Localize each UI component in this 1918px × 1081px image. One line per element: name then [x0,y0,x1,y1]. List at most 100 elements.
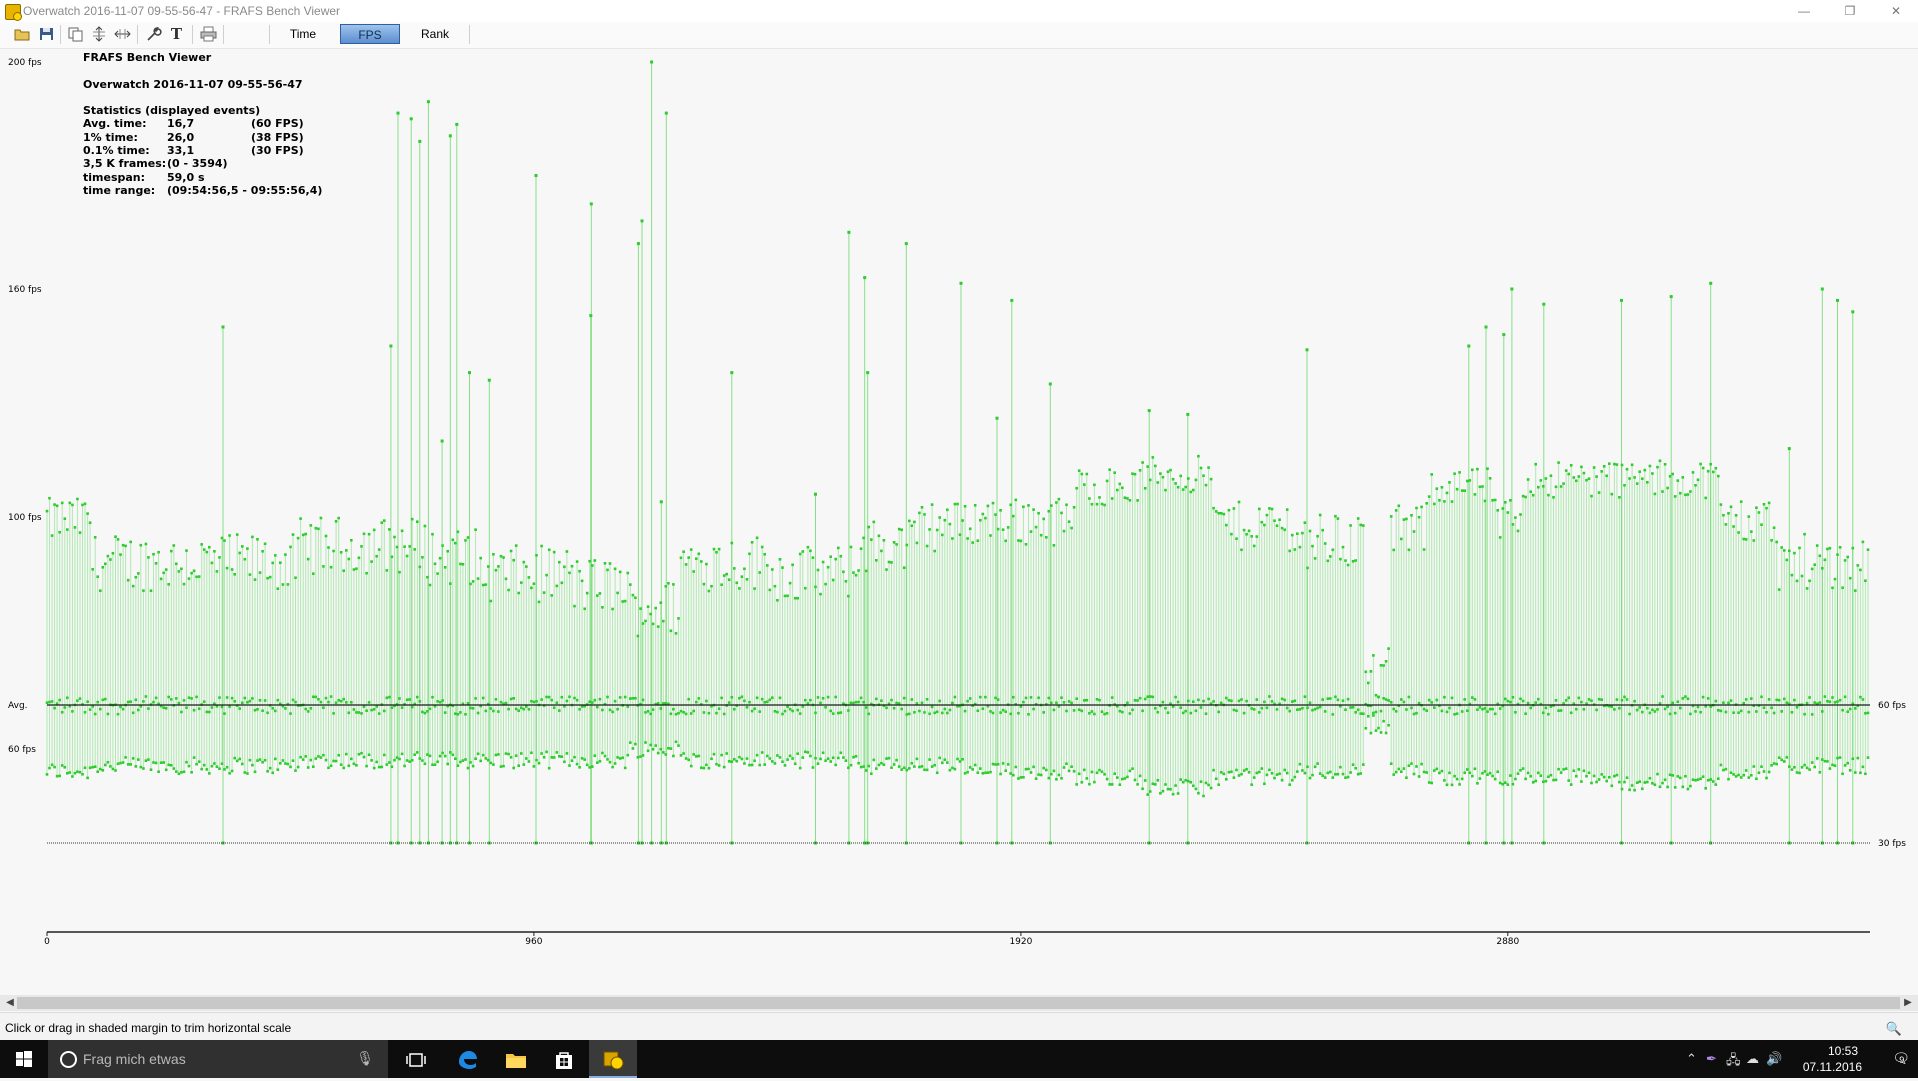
frame-point [760,545,764,549]
frame-point [1742,773,1745,777]
scrollbar-thumb[interactable] [17,997,1900,1009]
frame-point [1564,469,1568,472]
frame-point [1331,548,1335,552]
frame-point [598,592,602,595]
frame-point [1554,778,1558,782]
frame-point [294,769,297,772]
frame-point [664,585,668,588]
copy-icon[interactable] [67,26,84,42]
frame-point [1661,490,1664,493]
frame-point [720,696,723,700]
open-folder-icon[interactable] [14,26,31,42]
frame-point [758,763,761,767]
frame-point [220,762,224,765]
frame-point [306,557,310,561]
print-icon[interactable] [200,26,217,42]
frame-point [1001,528,1005,531]
frame-point [190,697,193,700]
frame-point [83,502,87,506]
frame-point [1285,771,1289,775]
fit-vertical-icon[interactable] [91,26,108,42]
frame-point [1133,778,1137,782]
frame-point [195,762,198,766]
frame-point [152,552,155,556]
task-view-icon[interactable] [392,1040,440,1078]
frame-point [1668,773,1672,777]
tab-rank[interactable]: Rank [406,24,464,44]
frame-point [591,564,594,567]
scroll-left-icon[interactable]: ◀ [2,995,18,1011]
store-icon[interactable] [540,1040,588,1078]
frame-point [1088,782,1091,786]
pen-icon[interactable]: ✒ [1706,1051,1717,1067]
frafs-app-icon[interactable] [589,1040,637,1078]
frame-point [771,696,774,699]
frame-point [641,698,645,702]
frame-point [413,753,416,756]
settings-wrench-icon[interactable] [145,26,162,42]
clock-time[interactable]: 10:53 [1828,1044,1858,1058]
horizontal-scrollbar[interactable]: ◀ ▶ [0,995,1918,1011]
search-box[interactable]: Frag mich etwas 🎙 [48,1040,388,1078]
frame-point [1699,462,1702,466]
frame-point [339,551,343,554]
zoom-icon[interactable]: 🔍 [1886,1021,1902,1037]
frame-point [1128,499,1132,502]
onedrive-icon[interactable]: ☁ [1746,1051,1759,1067]
frame-point [1473,493,1477,496]
frame-point [1547,493,1550,497]
frame-point [1681,697,1685,700]
x-axis[interactable]: 0 960 1920 2880 [44,931,1870,947]
frame-point [1151,782,1155,786]
restore-button[interactable]: ❐ [1827,0,1873,22]
frame-point [192,708,196,712]
frame-point [847,709,850,712]
frame-point [1582,708,1586,711]
frame-point [1765,506,1768,510]
frame-point [1123,496,1127,499]
spike-point [418,139,422,143]
frame-point [644,619,647,623]
frame-point [1572,769,1576,773]
tab-time[interactable]: Time [274,24,332,44]
frame-point [1321,698,1324,701]
frame-point [1377,726,1380,730]
frame-point [973,504,977,507]
scroll-right-icon[interactable]: ▶ [1900,995,1916,1011]
frame-point [1524,495,1527,499]
frame-point [1265,513,1269,517]
save-icon[interactable] [38,26,55,42]
microphone-icon[interactable]: 🎙 [356,1050,374,1067]
start-button[interactable] [0,1040,48,1078]
frame-point [743,567,746,571]
volume-icon[interactable]: 🔊 [1766,1051,1782,1067]
frame-point [284,762,287,765]
frame-point [1473,767,1477,771]
minimize-button[interactable]: — [1781,0,1827,22]
frame-point [1557,461,1560,464]
fit-horizontal-icon[interactable] [114,26,131,42]
clock-date[interactable]: 07.11.2016 [1803,1060,1862,1074]
frame-point [1777,756,1781,759]
frame-point [1070,765,1073,768]
frame-point [1405,776,1408,779]
frame-point [210,764,214,768]
frame-point [588,766,591,769]
close-button[interactable]: ✕ [1873,0,1918,22]
frame-point [1595,475,1598,478]
tab-fps[interactable]: FPS [340,24,400,44]
frame-point [1435,698,1439,702]
text-icon[interactable]: T [168,26,185,42]
frame-point [286,762,290,766]
chevron-up-icon[interactable]: ⌃ [1686,1051,1697,1067]
edge-browser-icon[interactable] [443,1040,491,1078]
frame-point [1673,495,1677,498]
frame-point [1346,697,1350,701]
frame-point [63,766,67,769]
frame-point [1318,705,1322,709]
notification-icon[interactable]: 🗨 9 [1892,1050,1910,1067]
file-explorer-icon[interactable] [492,1040,540,1078]
frame-point [152,700,155,704]
frame-point [332,759,335,763]
network-icon[interactable]: 🖧 [1726,1051,1741,1073]
